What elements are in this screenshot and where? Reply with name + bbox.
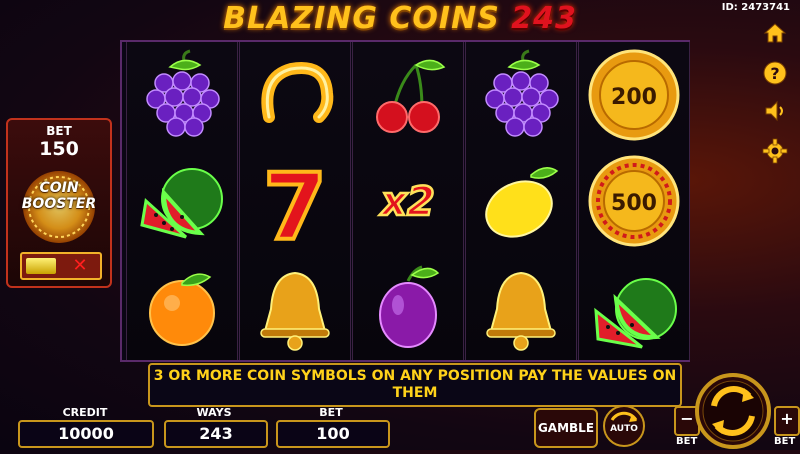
gear-icon [762,138,788,164]
symbol-coin-200: 200 [579,42,689,148]
booster-bet-label: BET [46,124,72,138]
auto-label: AUTO [610,424,638,434]
symbol-cherries [353,42,463,148]
booster-line1: COIN [39,180,79,196]
coin-booster-panel: BET 150 COIN BOOSTER ✕ [6,118,112,288]
svg-text:?: ? [770,64,779,83]
symbol-grapes [127,42,237,148]
booster-toggle[interactable]: ✕ [20,252,102,280]
home-button[interactable] [762,20,788,46]
symbol-horseshoe [240,42,350,148]
spin-button[interactable] [694,372,772,450]
toggle-knob [26,258,56,274]
auto-button[interactable]: AUTO [602,404,646,448]
x2-glyph: x2 [379,179,435,225]
sound-icon [765,100,783,122]
home-icon [763,23,787,43]
settings-button[interactable] [762,138,788,164]
symbol-coin-500: 500 [579,148,689,254]
symbol-orange [127,254,237,360]
seven-glyph: 7 [263,154,327,249]
title-number: 243 [511,1,577,36]
info-message: 3 OR MORE COIN SYMBOLS ON ANY POSITION P… [148,363,682,407]
help-icon: ? [763,61,787,85]
reel-4 [465,42,577,360]
coin-value-200: 200 [611,85,657,110]
bet-increase-label: BET [774,436,796,447]
credit-label: CREDIT [62,406,108,419]
bet-value: 100 [276,420,390,448]
reel-5: 200 500 [578,42,690,360]
close-icon: ✕ [72,255,88,276]
gamble-button[interactable]: GAMBLE [534,408,598,448]
ways-label: WAYS [196,406,232,419]
game-title: BLAZING COINS 243 [0,0,800,38]
symbol-plum [353,254,463,360]
symbol-seven: 7 [240,148,350,254]
help-button[interactable]: ? [762,60,788,86]
symbol-bell [466,254,576,360]
auto-icon: AUTO [603,405,645,447]
reels-area: 7 x2 200 500 [120,40,690,362]
game-id: ID: 2473741 [721,2,790,13]
sound-button[interactable] [762,98,788,124]
reel-1 [126,42,238,360]
symbol-grapes [466,42,576,148]
spin-icon [695,373,771,449]
bet-increase-button[interactable]: + [774,406,800,436]
symbol-x2: x2 [353,148,463,254]
symbol-watermelon [127,148,237,254]
booster-label: COIN BOOSTER [8,180,110,212]
title-main: BLAZING COINS [223,1,500,36]
ways-value: 243 [164,420,268,448]
reel-3: x2 [352,42,464,360]
booster-bet-value: 150 [39,138,79,160]
booster-line2: BOOSTER [21,196,97,212]
symbol-lemon [466,148,576,254]
coin-value-500: 500 [611,191,657,216]
symbol-watermelon [579,254,689,360]
symbol-bell [240,254,350,360]
bet-label: BET [319,406,343,419]
credit-value: 10000 [18,420,154,448]
reel-2: 7 [239,42,351,360]
